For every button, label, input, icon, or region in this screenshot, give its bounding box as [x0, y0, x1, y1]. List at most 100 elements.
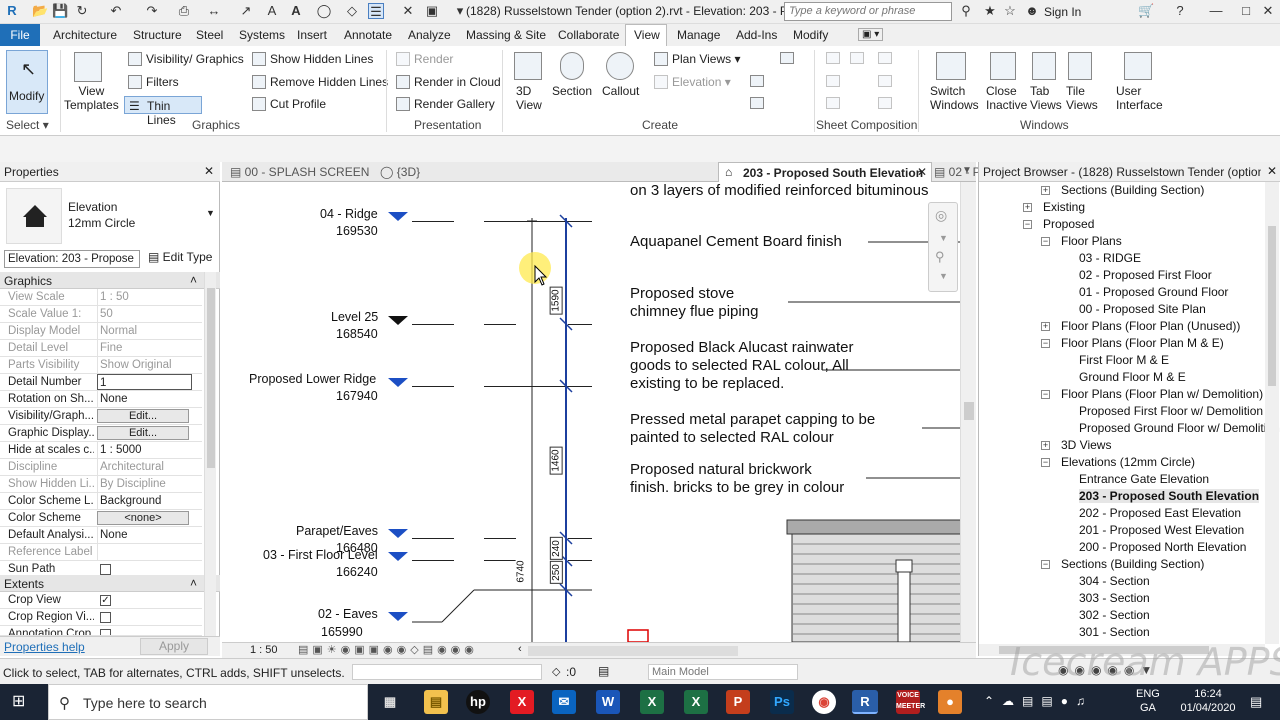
render-button[interactable]: Render: [414, 52, 453, 66]
render-gallery-button[interactable]: Render Gallery: [414, 97, 495, 111]
drawing-canvas[interactable]: 04 - Ridge 169530 Level 25 168540 Propos…: [222, 182, 960, 642]
property-row[interactable]: Visibility/Graph... Edit...: [0, 408, 202, 425]
revit-logo-icon[interactable]: R: [4, 3, 20, 19]
browser-folder[interactable]: Floor Plans: [1061, 234, 1122, 248]
duplicate-view-icon[interactable]: [750, 97, 764, 109]
binoculars-icon[interactable]: ⚲: [958, 3, 974, 19]
tree-toggle-icon[interactable]: −: [1041, 560, 1050, 569]
file-explorer-icon[interactable]: ▤: [424, 690, 448, 714]
tab-modify[interactable]: Modify: [793, 28, 828, 42]
property-value[interactable]: 1: [97, 374, 192, 390]
property-edit-button[interactable]: Edit...: [97, 409, 189, 423]
property-row[interactable]: Hide at scales c... 1 : 5000: [0, 442, 202, 459]
notifications-icon[interactable]: ▤: [1250, 694, 1262, 710]
modify-button[interactable]: ↖ Modify: [6, 50, 48, 114]
restore-icon[interactable]: □: [1238, 3, 1254, 19]
browser-view-item[interactable]: 201 - Proposed West Elevation: [1079, 523, 1244, 537]
dimension-label[interactable]: 6740: [515, 558, 527, 585]
property-value[interactable]: None: [97, 391, 192, 407]
thin-lines-icon[interactable]: ☰: [368, 3, 384, 19]
sun-path-checkbox[interactable]: [100, 564, 111, 575]
revisions-icon[interactable]: [878, 52, 892, 64]
hp-icon[interactable]: hp: [466, 690, 490, 714]
property-row[interactable]: Crop View ✓: [0, 592, 202, 609]
property-row[interactable]: Reference Label: [0, 544, 202, 561]
visibility-graphics-button[interactable]: Visibility/ Graphics: [146, 52, 244, 66]
close-tab-icon[interactable]: ✕: [917, 165, 927, 179]
property-value[interactable]: None: [97, 527, 192, 543]
photoshop-icon[interactable]: Ps: [770, 690, 794, 714]
default-3d-view-icon[interactable]: ◯: [316, 3, 332, 19]
panel-toggle-icon[interactable]: ▣ ▾: [858, 28, 884, 41]
close-properties-icon[interactable]: ✕: [204, 164, 214, 178]
user-interface-button[interactable]: User Interface: [1116, 84, 1163, 112]
tab-architecture[interactable]: Architecture: [53, 28, 117, 42]
close-browser-icon[interactable]: ✕: [1267, 164, 1277, 178]
steering-wheel-icon[interactable]: ◎: [935, 207, 947, 224]
schedules-icon[interactable]: [780, 52, 794, 64]
tab-add-ins[interactable]: Add-Ins: [736, 28, 777, 42]
sheet-icon[interactable]: [826, 52, 840, 64]
browser-view-item[interactable]: Entrance Gate Elevation: [1079, 472, 1209, 486]
text-note[interactable]: Proposed stove chimney flue piping: [630, 285, 758, 321]
tree-toggle-icon[interactable]: −: [1041, 339, 1050, 348]
recorder-icon[interactable]: ●: [938, 690, 962, 714]
measure-icon[interactable]: ↔: [206, 3, 222, 19]
tile-views-button[interactable]: Tile Views: [1066, 84, 1098, 112]
clock[interactable]: 16:24 01/04/2020: [1176, 687, 1240, 715]
view-templates-icon[interactable]: [74, 52, 102, 82]
tab-structure[interactable]: Structure: [133, 28, 182, 42]
elevation-dropdown[interactable]: Elevation ▾: [672, 75, 731, 89]
sign-in-link[interactable]: Sign In: [1044, 5, 1081, 19]
subscription-icon[interactable]: ★: [982, 3, 998, 19]
tree-toggle-icon[interactable]: +: [1041, 322, 1050, 331]
instance-filter-dropdown[interactable]: Elevation: 203 - Propose: [4, 250, 140, 268]
redo-icon[interactable]: ↷: [144, 3, 160, 19]
tabs-overflow-icon[interactable]: ▼: [962, 165, 972, 176]
browser-view-item[interactable]: 00 - Proposed Site Plan: [1079, 302, 1206, 316]
browser-view-item[interactable]: Ground Floor M & E: [1079, 370, 1186, 384]
property-edit-button[interactable]: Edit...: [97, 426, 189, 440]
cut-profile-button[interactable]: Cut Profile: [270, 97, 326, 111]
sync-icon[interactable]: ↻: [74, 3, 90, 19]
property-row[interactable]: Parts Visibility Show Original: [0, 357, 202, 374]
zoom-icon[interactable]: ⚲: [935, 249, 945, 265]
powerpoint-icon[interactable]: P: [726, 690, 750, 714]
property-checkbox[interactable]: [100, 612, 111, 623]
save-icon[interactable]: 💾: [52, 3, 68, 19]
tab-analyze[interactable]: Analyze: [408, 28, 451, 42]
browser-folder[interactable]: Floor Plans (Floor Plan w/ Demolition): [1061, 387, 1263, 401]
switch-windows-icon[interactable]: ▣: [424, 3, 440, 19]
text-note[interactable]: Aquapanel Cement Board finish: [630, 233, 842, 251]
tab-south-elevation[interactable]: ⌂ 203 - Proposed South Elevation ✕: [718, 162, 932, 183]
tree-toggle-icon[interactable]: −: [1041, 458, 1050, 467]
property-row[interactable]: Detail Level Fine: [0, 340, 202, 357]
voicemeeter-icon[interactable]: VOICE MEETER: [896, 690, 925, 714]
edit-type-button[interactable]: ▤ Edit Type: [148, 250, 216, 268]
workset-icon[interactable]: ◇: [552, 665, 560, 678]
select-dropdown[interactable]: Select ▾: [6, 118, 49, 132]
tab-manage[interactable]: Manage: [677, 28, 720, 42]
tab-splash-screen[interactable]: ▤ 00 - SPLASH SCREEN: [230, 165, 369, 179]
xero-icon[interactable]: X: [510, 690, 534, 714]
browser-view-item[interactable]: 203 - Proposed South Elevation: [1079, 489, 1260, 503]
revit-taskbar-icon[interactable]: R: [852, 690, 878, 714]
viewports-icon[interactable]: [878, 97, 892, 109]
taskbar-search-box[interactable]: ⚲ Type here to search: [48, 684, 368, 720]
filters-button[interactable]: Filters: [146, 75, 179, 89]
browser-view-item[interactable]: Proposed Ground Floor w/ Demolition: [1079, 421, 1280, 435]
property-row[interactable]: Default Analysi... None: [0, 527, 202, 544]
tree-toggle-icon[interactable]: +: [1041, 186, 1050, 195]
property-row[interactable]: Rotation on Sh... None: [0, 391, 202, 408]
mail-icon[interactable]: ✉: [552, 690, 576, 714]
plan-views-dropdown[interactable]: Plan Views ▾: [672, 52, 741, 66]
system-tray-icons[interactable]: ⌃☁▤▤●♫: [984, 694, 1093, 708]
view-reference-icon[interactable]: [826, 97, 840, 109]
search-input[interactable]: Type a keyword or phrase: [784, 2, 952, 21]
property-row[interactable]: Scale Value 1: 50: [0, 306, 202, 323]
property-row[interactable]: Color Scheme L... Background: [0, 493, 202, 510]
properties-scrollbar[interactable]: [204, 272, 216, 642]
windows-start-icon[interactable]: ⊞: [12, 693, 30, 711]
design-option-dropdown[interactable]: Main Model: [648, 664, 798, 680]
open-icon[interactable]: 📂: [32, 3, 48, 19]
